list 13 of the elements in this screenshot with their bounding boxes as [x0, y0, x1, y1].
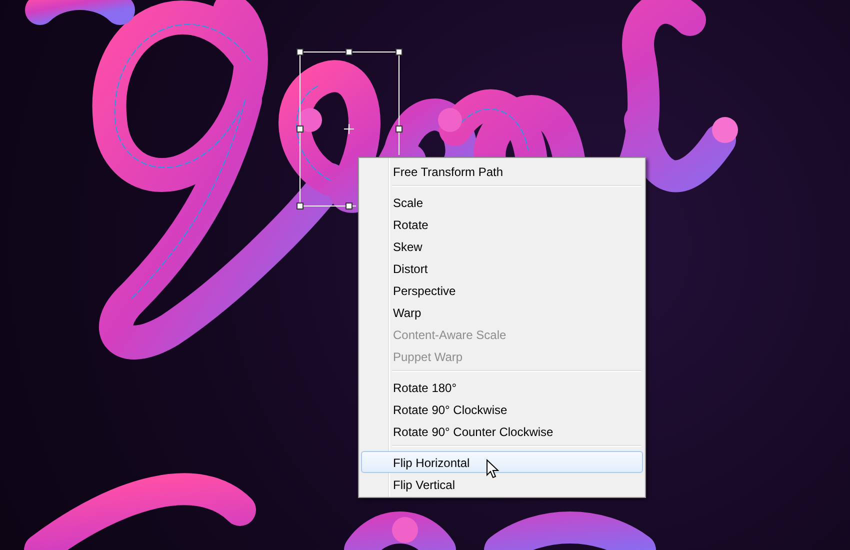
- menu-item[interactable]: Warp: [361, 301, 643, 323]
- menu-item[interactable]: Rotate: [361, 213, 643, 235]
- menu-item[interactable]: Scale: [361, 191, 643, 213]
- cursor-icon: [486, 459, 499, 479]
- menu-item[interactable]: Free Transform Path: [361, 160, 643, 182]
- menu-item[interactable]: Flip Vertical: [361, 473, 643, 495]
- menu-item[interactable]: Skew: [361, 235, 643, 257]
- menu-item[interactable]: Rotate 180°: [361, 376, 643, 398]
- menu-item[interactable]: Distort: [361, 257, 643, 279]
- menu-item[interactable]: Flip Horizontal: [361, 451, 643, 473]
- menu-item[interactable]: Perspective: [361, 279, 643, 301]
- menu-item[interactable]: Rotate 90° Clockwise: [361, 398, 643, 420]
- menu-item[interactable]: Rotate 90° Counter Clockwise: [361, 420, 643, 442]
